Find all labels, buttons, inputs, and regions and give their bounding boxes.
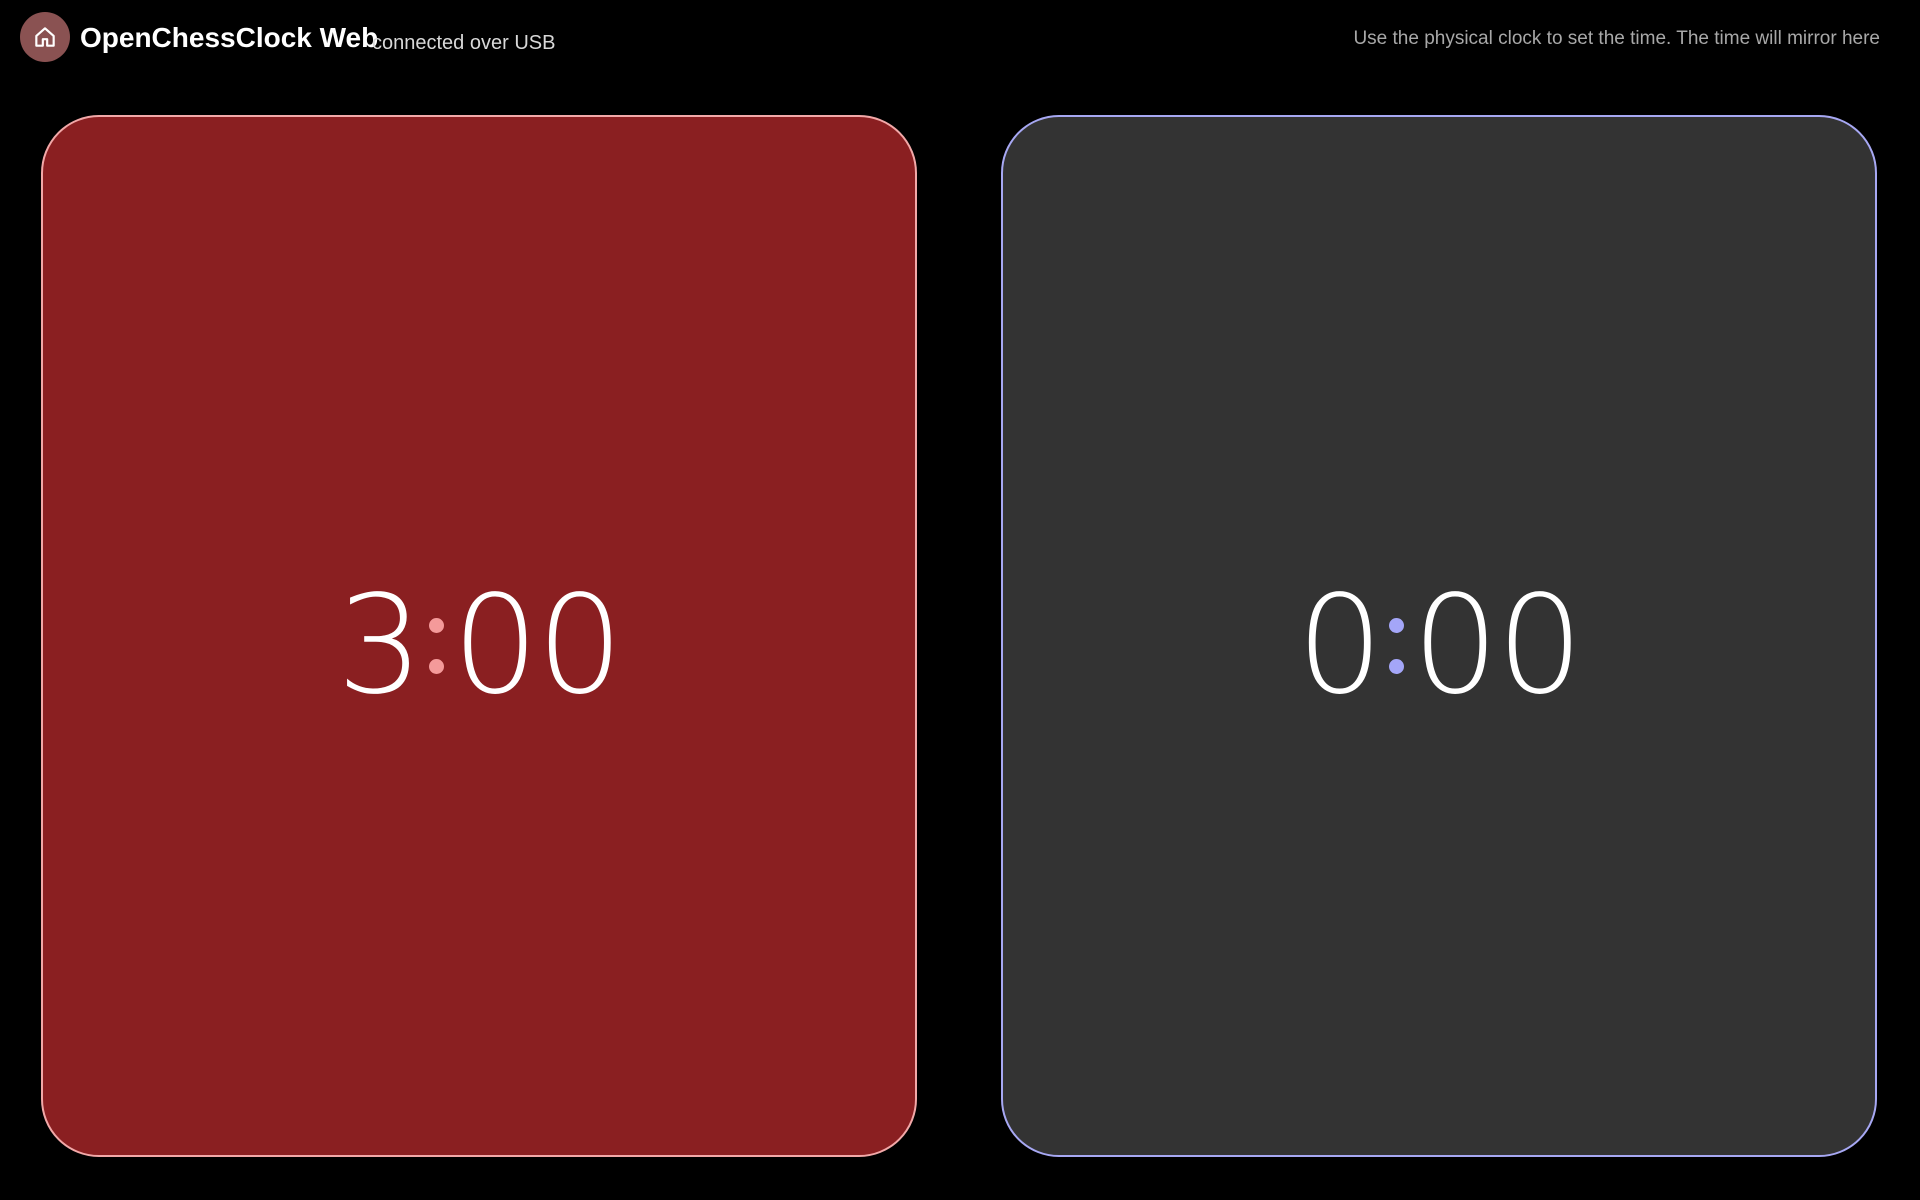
separator-dot [429, 659, 445, 674]
home-icon [32, 24, 58, 50]
player-two-clock[interactable]: 0 00 [1001, 115, 1877, 1157]
player-one-minutes: 3 [336, 567, 424, 725]
time-separator [429, 618, 445, 674]
player-two-time: 0 00 [1296, 567, 1584, 725]
player-one-clock[interactable]: 3 00 [41, 115, 917, 1157]
player-one-time: 3 00 [336, 567, 624, 725]
time-separator [1389, 618, 1405, 674]
connection-status: connected over USB [372, 32, 556, 54]
separator-dot [1389, 618, 1405, 633]
player-two-minutes: 0 [1296, 567, 1384, 725]
app-header: OpenChessClock Web connected over USB Us… [0, 0, 1920, 80]
separator-dot [429, 618, 445, 633]
player-two-seconds: 00 [1412, 567, 1583, 725]
app-title: OpenChessClock Web [80, 22, 379, 53]
home-button[interactable] [20, 12, 70, 62]
player-one-seconds: 00 [452, 567, 623, 725]
separator-dot [1389, 659, 1405, 674]
instruction-hint: Use the physical clock to set the time. … [1353, 28, 1880, 49]
